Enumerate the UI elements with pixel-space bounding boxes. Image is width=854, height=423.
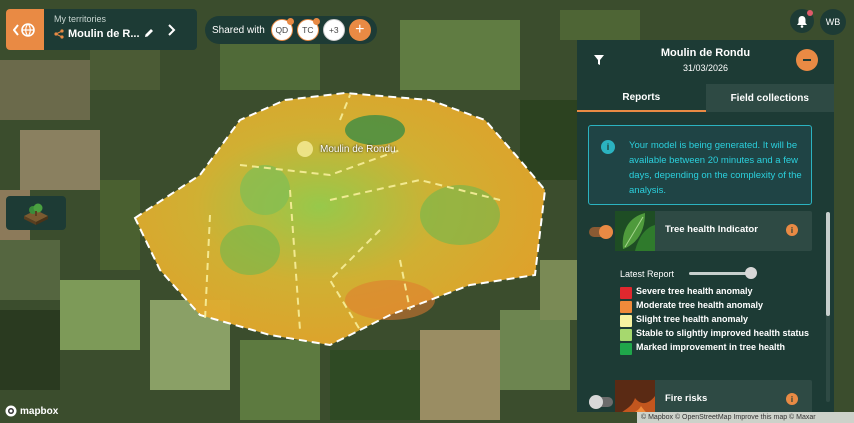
user-avatar[interactable]: WB [820,9,846,35]
legend-item: Slight tree health anomaly [620,314,820,327]
panel-scrollbar-thumb[interactable] [826,212,830,316]
share-icon[interactable] [54,29,64,39]
tree-health-toggle[interactable] [589,225,613,239]
shared-with-bar: Shared with QD TC +3 + [205,16,377,44]
map-attribution[interactable]: © Mapbox © OpenStreetMap Improve this ma… [637,412,854,423]
layer-label: Fire risks [665,393,708,404]
notifications-button[interactable] [790,9,814,33]
shared-with-label: Shared with [212,24,265,36]
info-notice: i Your model is being generated. It will… [588,125,812,205]
panel-body[interactable]: i Your model is being generated. It will… [577,112,834,412]
add-share-button[interactable]: + [348,19,371,41]
bell-icon [797,15,807,28]
basemap-switcher-button[interactable] [6,196,66,230]
legend-item: Stable to slightly improved health statu… [620,328,820,341]
layer-item-tree-health[interactable]: Tree health Indicator i [615,211,812,251]
fire-risks-toggle[interactable] [589,395,613,409]
mapbox-icon [5,405,17,417]
info-icon: i [601,140,615,154]
info-message: Your model is being generated. It will b… [629,140,802,196]
legend-item: Moderate tree health anomaly [620,300,820,313]
layer-label: Tree health Indicator [665,224,758,235]
place-label: Moulin de Rondu [320,144,396,155]
report-panel: Moulin de Rondu 31/03/2026 Reports Field… [577,40,834,412]
fire-thumbnail [615,380,655,412]
legend: Severe tree health anomaly Moderate tree… [620,286,820,356]
info-icon[interactable]: i [786,224,798,236]
shared-user-avatar[interactable]: QD [270,18,294,41]
latest-report-label: Latest Report [620,269,675,279]
territories-caption: My territories [54,14,107,24]
chevron-right-icon[interactable] [166,23,178,37]
chevron-left-globe-icon [13,22,35,37]
shared-more-avatar[interactable]: +3 [322,19,345,41]
legend-item: Marked improvement in tree health [620,342,820,355]
territory-name: Moulin de R... [68,28,140,40]
shared-user-avatar[interactable]: TC [296,18,320,41]
report-slider-handle[interactable] [745,267,757,279]
mapbox-wordmark: mapbox [20,405,59,417]
territory-card: My territories Moulin de R... [44,9,197,50]
report-date: 31/03/2026 [682,63,729,73]
layer-item-fire-risks[interactable]: Fire risks i [615,380,812,412]
minus-icon [803,59,811,61]
leaf-thumbnail [615,211,655,251]
collapse-panel-button[interactable] [796,49,818,71]
back-button[interactable] [6,9,44,50]
tab-field-collections[interactable]: Field collections [705,84,834,112]
terrain-layer-icon [24,203,48,225]
mapbox-logo[interactable]: mapbox [5,405,58,417]
tab-reports[interactable]: Reports [577,84,706,112]
pencil-icon[interactable] [143,27,155,39]
legend-item: Severe tree health anomaly [620,286,820,299]
notification-badge [807,10,813,16]
panel-tabs: Reports Field collections [577,84,834,112]
panel-header: Moulin de Rondu 31/03/2026 [577,40,834,84]
info-icon[interactable]: i [786,393,798,405]
